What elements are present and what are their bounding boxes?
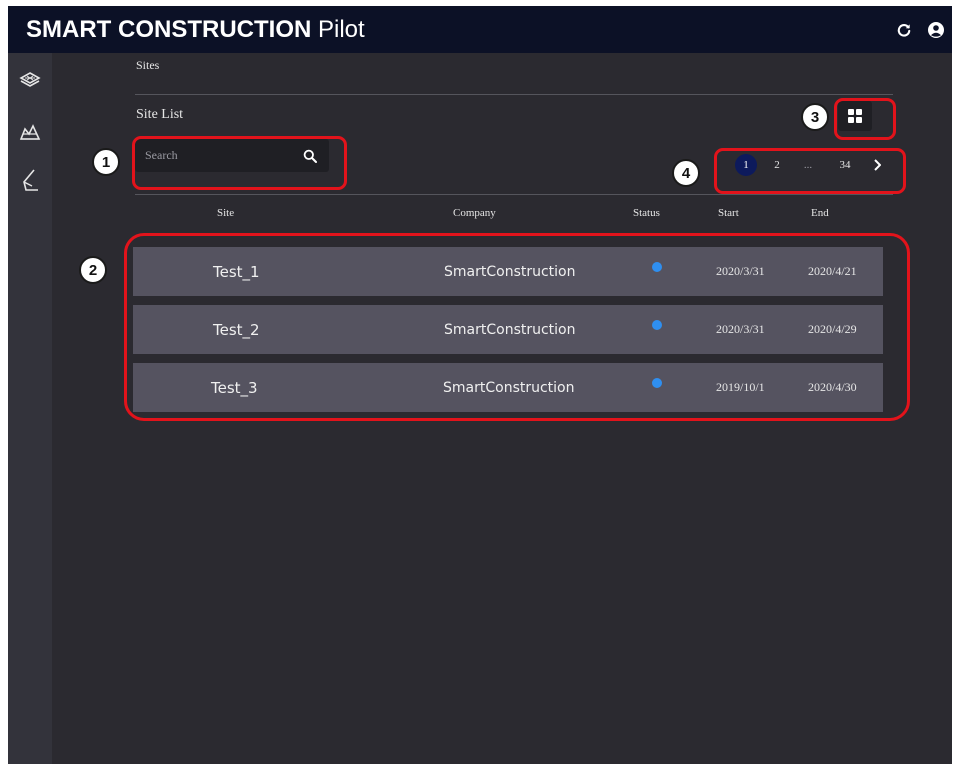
refresh-button[interactable] — [892, 18, 916, 42]
column-header-company[interactable]: Company — [453, 207, 496, 219]
user-circle-icon — [928, 22, 944, 38]
breadcrumb[interactable]: Sites — [136, 58, 159, 73]
annotation-badge-3: 3 — [801, 103, 829, 131]
column-header-end[interactable]: End — [811, 207, 829, 219]
callout-pagination — [714, 148, 906, 194]
app-title: SMART CONSTRUCTION Pilot — [26, 15, 365, 45]
layers-icon — [19, 72, 41, 87]
slope-icon — [23, 169, 38, 191]
top-bar: SMART CONSTRUCTION Pilot — [8, 6, 952, 53]
sidebar-item-slope[interactable] — [16, 167, 44, 193]
column-header-site[interactable]: Site — [217, 207, 234, 219]
app-title-suffix: Pilot — [318, 16, 365, 43]
app-title-brand: SMART CONSTRUCTION — [26, 16, 312, 43]
sidebar-item-terrain[interactable] — [16, 119, 44, 145]
sidebar — [8, 53, 52, 764]
terrain-icon — [19, 124, 41, 140]
sidebar-item-layers[interactable] — [16, 68, 44, 94]
annotation-badge-2: 2 — [79, 256, 107, 284]
callout-search — [132, 136, 347, 190]
column-header-start[interactable]: Start — [718, 207, 739, 219]
callout-grid-toggle — [834, 98, 896, 140]
account-button[interactable] — [924, 18, 948, 42]
divider — [135, 94, 893, 95]
annotation-badge-4: 4 — [672, 159, 700, 187]
callout-site-table — [124, 233, 910, 421]
page-title: Site List — [136, 107, 184, 122]
column-header-status[interactable]: Status — [633, 207, 660, 219]
annotation-badge-1: 1 — [92, 148, 120, 176]
refresh-icon — [897, 24, 911, 37]
table-divider — [135, 194, 893, 195]
